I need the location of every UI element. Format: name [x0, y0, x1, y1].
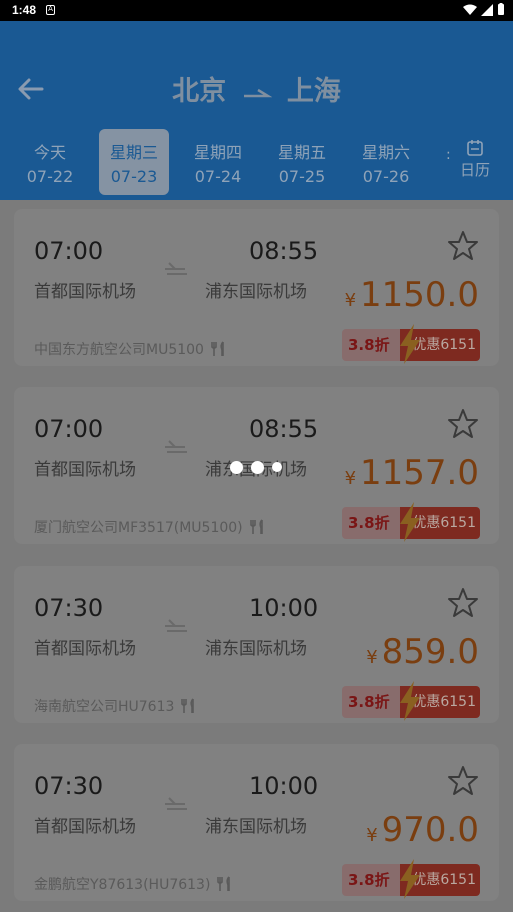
- calendar-icon: [467, 140, 483, 156]
- calendar-button[interactable]: 日历: [455, 133, 495, 180]
- price-value: 1150.0: [360, 275, 479, 315]
- airline-name: 厦门航空公司MF3517(MU5100): [34, 520, 243, 536]
- departure-airport: 首都国际机场: [34, 817, 136, 837]
- arrival-airport: 浦东国际机场: [205, 282, 307, 302]
- lightning-icon: [400, 681, 420, 721]
- plane-icon: [165, 797, 187, 810]
- origin-city: 北京: [172, 76, 227, 107]
- date-tab-weekday: 今天: [33, 143, 66, 162]
- status-bar: 1:48 A: [0, 0, 513, 21]
- plane-icon: [165, 440, 187, 453]
- departure-time: 07:30: [34, 594, 104, 622]
- price: ¥859.0: [366, 632, 479, 672]
- lightning-icon: [400, 324, 420, 364]
- status-icons: [463, 3, 505, 16]
- loading-dot: [251, 460, 264, 474]
- airline-info: 金鹏航空Y87613(HU7613): [34, 874, 234, 894]
- price: ¥970.0: [366, 810, 479, 850]
- meal-icon: [249, 519, 263, 534]
- departure-time: 07:30: [34, 772, 104, 800]
- arrival-time: 08:55: [249, 237, 319, 265]
- departure-time: 07:00: [34, 237, 104, 265]
- departure-airport: 首都国际机场: [34, 282, 136, 302]
- star-icon[interactable]: [446, 229, 480, 263]
- battery-icon: [498, 3, 504, 15]
- meal-icon: [181, 698, 195, 713]
- star-icon[interactable]: [446, 407, 480, 441]
- loading-dots-icon: [230, 460, 282, 474]
- date-tabs: 今天 07-22 星期三 07-23 星期四 07-24 星期五 07-25 星…: [0, 125, 513, 197]
- currency-symbol: ¥: [366, 825, 378, 846]
- airline-info: 中国东方航空公司MU5100: [34, 339, 228, 359]
- route-arrow-icon: [243, 88, 272, 97]
- route-title: 北京 上海: [0, 69, 513, 108]
- flight-card[interactable]: 07:30 10:00 首都国际机场 浦东国际机场 ¥970.0 金鹏航空Y87…: [14, 744, 499, 901]
- date-tab-today[interactable]: 今天 07-22: [15, 129, 85, 195]
- date-tab-date: 07-24: [194, 167, 242, 186]
- date-tab-date: 07-26: [362, 167, 410, 186]
- calendar-label: 日历: [459, 161, 490, 179]
- arrival-airport: 浦东国际机场: [205, 639, 307, 659]
- airline-name: 中国东方航空公司MU5100: [34, 342, 204, 358]
- meal-icon: [211, 341, 224, 356]
- flight-card[interactable]: 07:00 08:55 首都国际机场 浦东国际机场 ¥1150.0 中国东方航空…: [14, 209, 499, 366]
- header: 北京 上海 今天 07-22 星期三 07-23 星期四 07-24 星期五 0…: [0, 21, 513, 200]
- departure-airport: 首都国际机场: [34, 460, 136, 480]
- destination-city: 上海: [286, 76, 341, 107]
- price-value: 1157.0: [360, 453, 479, 493]
- plane-icon: [165, 619, 187, 632]
- departure-airport: 首都国际机场: [34, 639, 136, 659]
- date-tab-date: 07-22: [26, 167, 74, 186]
- date-tab-date: 07-25: [278, 167, 326, 186]
- lightning-icon: [400, 859, 420, 899]
- currency-symbol: ¥: [344, 290, 357, 311]
- price: ¥1157.0: [345, 453, 479, 493]
- promo-badge: 3.8折 优惠6151: [342, 502, 480, 542]
- star-icon[interactable]: [446, 586, 480, 620]
- arrival-time: 08:55: [249, 415, 319, 443]
- wifi-icon: [463, 4, 477, 15]
- status-time: 1:48: [12, 3, 37, 17]
- loading-dot: [230, 460, 243, 474]
- date-tab-saturday[interactable]: 星期六 07-26: [351, 129, 421, 195]
- currency-symbol: ¥: [344, 468, 357, 489]
- price-value: 970.0: [381, 810, 479, 850]
- date-tab-date: 07-23: [110, 167, 158, 186]
- price: ¥1150.0: [345, 275, 479, 315]
- date-tab-weekday: 星期四: [193, 143, 242, 162]
- date-tab-selected[interactable]: 星期三 07-23: [99, 129, 169, 195]
- lightning-icon: [400, 502, 420, 542]
- currency-symbol: ¥: [366, 647, 378, 668]
- date-tab-weekday: 星期五: [277, 143, 326, 162]
- airline-info: 海南航空公司HU7613: [34, 696, 198, 716]
- plane-icon: [165, 262, 187, 275]
- notification-icon: A: [46, 5, 55, 15]
- promo-badge: 3.8折 优惠6151: [342, 859, 480, 899]
- arrival-airport: 浦东国际机场: [205, 817, 307, 837]
- date-tab-friday[interactable]: 星期五 07-25: [267, 129, 337, 195]
- promo-badge: 3.8折 优惠6151: [342, 324, 480, 364]
- flight-list: 07:00 08:55 首都国际机场 浦东国际机场 ¥1150.0 中国东方航空…: [0, 200, 513, 912]
- signal-icon: [481, 3, 493, 16]
- flight-card[interactable]: 07:30 10:00 首都国际机场 浦东国际机场 ¥859.0 海南航空公司H…: [14, 566, 499, 723]
- arrival-time: 10:00: [249, 772, 319, 800]
- date-tab-thursday[interactable]: 星期四 07-24: [183, 129, 253, 195]
- airline-name: 海南航空公司HU7613: [34, 699, 175, 715]
- star-icon[interactable]: [446, 764, 480, 798]
- date-separator: :: [446, 147, 451, 163]
- date-tab-weekday: 星期三: [109, 143, 158, 162]
- price-value: 859.0: [381, 632, 479, 672]
- arrival-time: 10:00: [249, 594, 319, 622]
- departure-time: 07:00: [34, 415, 104, 443]
- airline-name: 金鹏航空Y87613(HU7613): [34, 877, 211, 893]
- meal-icon: [217, 876, 231, 891]
- date-tab-weekday: 星期六: [361, 143, 410, 162]
- airline-info: 厦门航空公司MF3517(MU5100): [34, 517, 267, 537]
- promo-badge: 3.8折 优惠6151: [342, 681, 480, 721]
- loading-dot: [272, 462, 282, 472]
